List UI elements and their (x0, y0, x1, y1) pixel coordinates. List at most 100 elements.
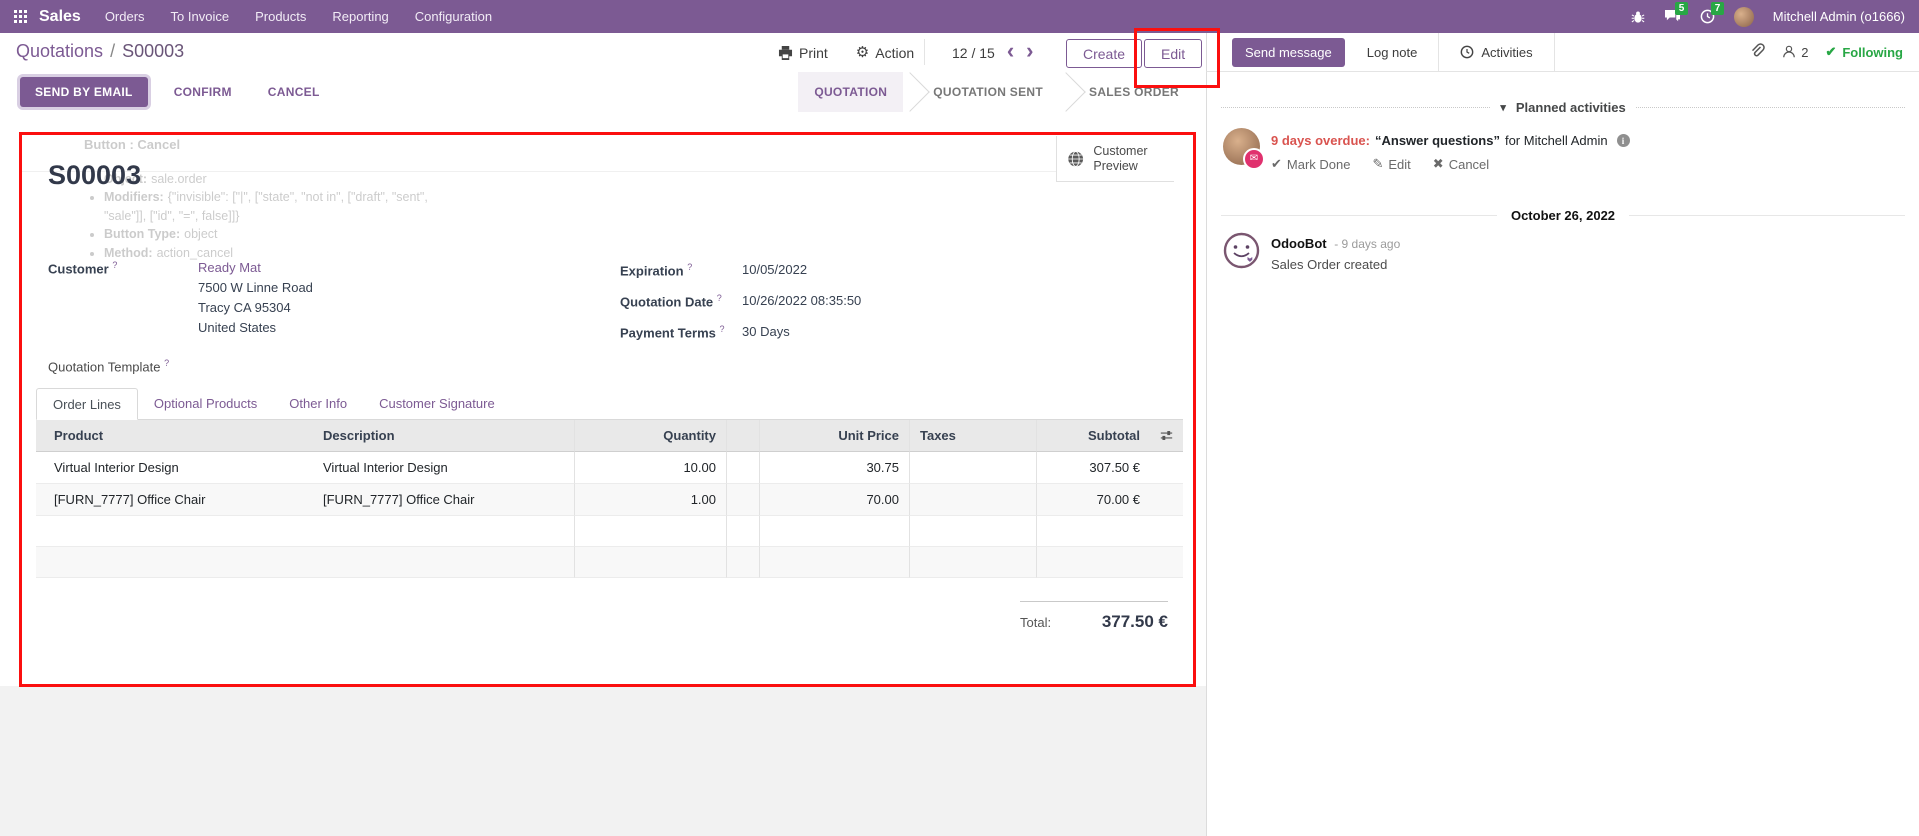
action-button[interactable]: ⚙ Action (856, 45, 914, 61)
log-note-button[interactable]: Log note (1367, 45, 1418, 60)
message-body: Sales Order created (1271, 257, 1387, 272)
quotation-date-value: 10/26/2022 08:35:50 (742, 293, 861, 308)
send-by-email-button[interactable]: SEND BY EMAIL (20, 77, 148, 107)
dotted-separator (1221, 107, 1490, 108)
chatter-tools: 2 ✔ Following (1749, 43, 1919, 62)
odoo-sales-app: Sales Orders To Invoice Products Reporti… (0, 0, 1919, 836)
chevron-down-icon: ▾ (1500, 101, 1506, 114)
schedule-activity-button[interactable]: Activities (1460, 45, 1532, 60)
tab-other-info[interactable]: Other Info (273, 388, 363, 419)
print-button[interactable]: Print (778, 45, 828, 61)
activity-edit-button[interactable]: ✎Edit (1372, 156, 1410, 172)
pager-previous-icon[interactable]: ‹ (1007, 40, 1014, 62)
tooltip-line: Object:sale.order (104, 170, 429, 189)
chatter-divider (1438, 33, 1439, 71)
breadcrumb-quotations[interactable]: Quotations (16, 41, 103, 61)
order-lines-table: Product Description Quantity Unit Price … (36, 420, 1183, 578)
paperclip-icon (1749, 43, 1765, 59)
stage-quotation-sent[interactable]: QUOTATION SENT (917, 72, 1059, 112)
statusbar-buttons: SEND BY EMAIL CONFIRM CANCEL (20, 72, 330, 112)
col-subtotal[interactable]: Subtotal (1037, 420, 1150, 452)
optional-columns-button[interactable] (1150, 420, 1183, 452)
user-name[interactable]: Mitchell Admin (o1666) (1773, 9, 1905, 24)
app-brand[interactable]: Sales (39, 8, 81, 26)
form-sheet: Button : Cancel Object:sale.order Modifi… (0, 112, 1206, 686)
send-message-button[interactable]: Send message (1232, 38, 1345, 67)
mark-done-button[interactable]: ✔Mark Done (1271, 156, 1350, 172)
followers-count: 2 (1801, 45, 1808, 60)
col-product[interactable]: Product (36, 420, 313, 452)
attachments-button[interactable] (1749, 43, 1765, 62)
menu-products[interactable]: Products (255, 9, 306, 24)
clock-icon (1460, 45, 1474, 59)
check-icon: ✔ (1825, 44, 1836, 60)
edit-button[interactable]: Edit (1144, 39, 1202, 68)
col-description[interactable]: Description (313, 420, 575, 452)
col-quantity[interactable]: Quantity (575, 420, 727, 452)
debug-bug-icon[interactable] (1631, 9, 1645, 24)
table-empty-row (36, 547, 1183, 578)
odoobot-avatar[interactable] (1223, 232, 1260, 272)
table-row[interactable]: Virtual Interior Design Virtual Interior… (36, 452, 1183, 484)
col-unit-price[interactable]: Unit Price (760, 420, 910, 452)
activity-title: “Answer questions” (1375, 133, 1500, 148)
menu-to-invoice[interactable]: To Invoice (171, 9, 230, 24)
following-button[interactable]: ✔ Following (1825, 44, 1903, 60)
planned-activities-title: Planned activities (1516, 100, 1626, 115)
menu-orders[interactable]: Orders (105, 9, 145, 24)
menu-reporting[interactable]: Reporting (332, 9, 388, 24)
sheet-background (0, 686, 1206, 836)
help-marker: ? (164, 358, 169, 368)
activity-overdue: 9 days overdue: (1271, 133, 1370, 148)
customer-country: United States (198, 318, 313, 338)
stage-steps: QUOTATION QUOTATION SENT SALES ORDER (798, 72, 1195, 112)
customer-preview-button[interactable]: Customer Preview (1056, 136, 1174, 182)
dotted-separator (1636, 107, 1905, 108)
tab-order-lines[interactable]: Order Lines (36, 388, 138, 420)
chatter-divider (1554, 33, 1555, 71)
pager-next-icon[interactable]: › (1026, 40, 1033, 62)
messages-icon[interactable]: 5 (1664, 9, 1681, 24)
table-empty-row (36, 516, 1183, 547)
activities-clock-icon[interactable]: 7 (1700, 9, 1715, 24)
customer-block: Ready Mat 7500 W Linne Road Tracy CA 953… (198, 258, 313, 338)
check-icon: ✔ (1271, 156, 1282, 172)
pencil-icon: ✎ (1372, 156, 1383, 172)
debug-tooltip: Button : Cancel Object:sale.order Modifi… (84, 136, 429, 262)
expiration-label: Expiration ? (620, 262, 692, 278)
info-icon[interactable]: i (1617, 134, 1630, 147)
stage-sales-order[interactable]: SALES ORDER (1073, 72, 1195, 112)
tab-optional-products[interactable]: Optional Products (138, 388, 273, 419)
menu-configuration[interactable]: Configuration (415, 9, 492, 24)
table-header-row: Product Description Quantity Unit Price … (36, 420, 1183, 452)
customer-city: Tracy CA 95304 (198, 298, 313, 318)
order-total: Total: 377.50 € (1020, 601, 1168, 632)
followers-button[interactable]: 2 (1782, 45, 1808, 60)
gear-icon: ⚙ (856, 45, 869, 60)
line-separator (1629, 215, 1905, 216)
create-button[interactable]: Create (1066, 39, 1142, 68)
activity-avatar[interactable]: ✉ (1223, 128, 1260, 165)
person-icon (1782, 45, 1796, 59)
cp-divider (924, 39, 925, 65)
col-taxes[interactable]: Taxes (910, 420, 1037, 452)
cp-actions: Print ⚙ Action (778, 33, 914, 72)
tooltip-line: Button Type:object (104, 225, 429, 244)
confirm-button[interactable]: CONFIRM (164, 77, 242, 107)
cancel-button[interactable]: CANCEL (258, 77, 330, 107)
planned-activities-header[interactable]: ▾ Planned activities (1221, 100, 1905, 115)
expiration-value: 10/05/2022 (742, 262, 807, 277)
message-timestamp: - 9 days ago (1334, 237, 1400, 251)
apps-menu-icon[interactable] (14, 10, 27, 23)
message-header: OdooBot - 9 days ago (1271, 236, 1400, 251)
table-row[interactable]: [FURN_7777] Office Chair [FURN_7777] Off… (36, 484, 1183, 516)
breadcrumb-separator: / (110, 41, 115, 61)
tab-customer-signature[interactable]: Customer Signature (363, 388, 511, 419)
stage-quotation[interactable]: QUOTATION (798, 72, 903, 112)
activity-cancel-button[interactable]: ✖Cancel (1433, 156, 1489, 172)
message-author[interactable]: OdooBot (1271, 236, 1327, 251)
user-avatar[interactable] (1734, 7, 1754, 27)
help-marker: ? (687, 262, 692, 272)
date-separator: October 26, 2022 (1221, 208, 1905, 223)
top-navbar: Sales Orders To Invoice Products Reporti… (0, 0, 1919, 33)
